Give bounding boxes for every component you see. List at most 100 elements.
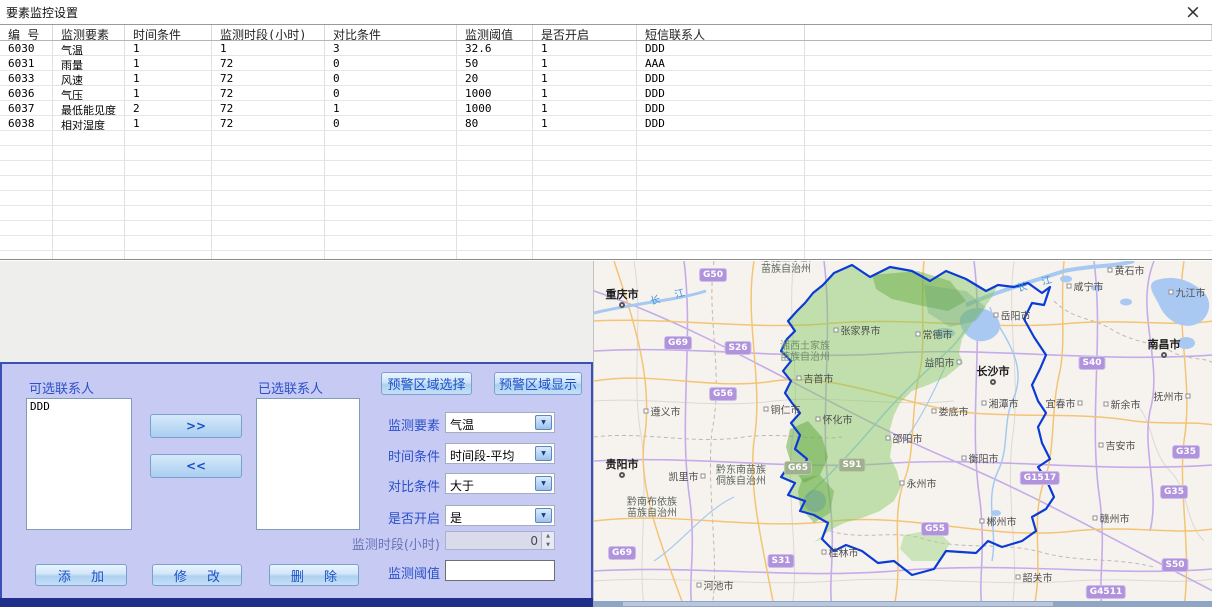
table-cell bbox=[637, 161, 805, 175]
close-icon[interactable]: × bbox=[1182, 1, 1204, 23]
table-cell bbox=[533, 161, 637, 175]
map-city-label: 吉首市 bbox=[797, 371, 834, 386]
table-cell-filler bbox=[805, 56, 1212, 70]
city-marker-icon bbox=[1093, 516, 1098, 521]
column-header[interactable]: 监测时段(小时) bbox=[212, 25, 325, 40]
column-header[interactable]: 编 号 bbox=[0, 25, 53, 40]
table-row[interactable]: 6037最低能见度272110001DDD bbox=[0, 101, 1212, 116]
map-scrollbar-thumb[interactable] bbox=[623, 602, 1053, 606]
period-field-label: 监测时段(小时) bbox=[290, 534, 440, 553]
map-city-label: 桂林市 bbox=[822, 545, 859, 560]
map-city-label: 韶关市 bbox=[1016, 570, 1053, 585]
table-cell: 1 bbox=[533, 56, 637, 70]
window-title: 要素监控设置 bbox=[6, 4, 78, 21]
table-cell bbox=[125, 146, 212, 160]
chevron-down-icon[interactable]: ▼ bbox=[535, 476, 552, 491]
city-marker-icon bbox=[1016, 575, 1021, 580]
city-marker-icon bbox=[1099, 443, 1104, 448]
road-badge: G69 bbox=[608, 546, 636, 560]
table-cell: 6038 bbox=[0, 116, 53, 130]
table-row[interactable]: 6030气温11332.61DDD bbox=[0, 41, 1212, 56]
table-cell: 1000 bbox=[457, 101, 533, 115]
table-cell bbox=[0, 236, 53, 250]
spinner-arrows[interactable]: ▲▼ bbox=[541, 532, 554, 549]
table-cell: 风速 bbox=[53, 71, 125, 85]
enabled-select[interactable]: 是 ▼ bbox=[445, 505, 555, 526]
column-header[interactable]: 是否开启 bbox=[533, 25, 637, 40]
city-marker-icon bbox=[1104, 402, 1109, 407]
warning-region-map[interactable]: 重庆市遵义市贵阳市凯里市河池市桂林市铜仁市吉首市怀化市张家界市常德市益阳市岳阳市… bbox=[593, 261, 1212, 607]
table-cell bbox=[212, 131, 325, 145]
city-name: 铜仁市 bbox=[771, 402, 801, 417]
warning-region-select-button[interactable]: 预警区域选择 bbox=[381, 372, 472, 395]
table-cell: 1 bbox=[125, 86, 212, 100]
table-cell-filler bbox=[805, 176, 1212, 190]
map-city-label: 南昌市 bbox=[1148, 336, 1181, 352]
time-condition-select[interactable]: 时间段-平均 ▼ bbox=[445, 443, 555, 464]
city-marker-icon bbox=[816, 417, 821, 422]
city-marker-icon bbox=[834, 328, 839, 333]
city-name: 娄底市 bbox=[939, 404, 969, 419]
city-marker-icon bbox=[697, 583, 702, 588]
road-badge: S26 bbox=[724, 341, 751, 355]
table-cell-filler bbox=[805, 206, 1212, 220]
delete-button[interactable]: 删 除 bbox=[269, 564, 359, 586]
table-cell bbox=[212, 176, 325, 190]
element-select[interactable]: 气温 ▼ bbox=[445, 412, 555, 433]
table-empty-row bbox=[0, 146, 1212, 161]
chevron-down-icon[interactable]: ▼ bbox=[535, 508, 552, 523]
spin-up-icon[interactable]: ▲ bbox=[542, 532, 554, 541]
city-name: 南昌市 bbox=[1148, 336, 1181, 352]
period-spinner[interactable]: 0 ▲▼ bbox=[445, 531, 555, 550]
city-name: 张家界市 bbox=[841, 323, 881, 338]
table-cell: 6037 bbox=[0, 101, 53, 115]
threshold-input[interactable] bbox=[445, 560, 555, 581]
city-name: 邵阳市 bbox=[893, 431, 923, 446]
element-field-label: 监测要素 bbox=[290, 415, 440, 434]
road-badge: G69 bbox=[664, 336, 692, 350]
table-row[interactable]: 6038相对湿度1720801DDD bbox=[0, 116, 1212, 131]
column-header[interactable]: 短信联系人 bbox=[637, 25, 805, 40]
table-cell: 1 bbox=[533, 101, 637, 115]
table-cell: 6030 bbox=[0, 41, 53, 55]
chevron-down-icon[interactable]: ▼ bbox=[535, 446, 552, 461]
spin-down-icon[interactable]: ▼ bbox=[542, 541, 554, 550]
table-cell bbox=[637, 146, 805, 160]
table-cell bbox=[125, 161, 212, 175]
table-cell bbox=[125, 251, 212, 260]
move-right-button[interactable]: >> bbox=[150, 414, 242, 438]
table-row[interactable]: 6036气压172010001DDD bbox=[0, 86, 1212, 101]
warning-region-display-button[interactable]: 预警区域显示 bbox=[494, 372, 582, 395]
modify-button[interactable]: 修 改 bbox=[152, 564, 242, 586]
move-left-button[interactable]: << bbox=[150, 454, 242, 478]
map-city-label: 黄石市 bbox=[1108, 263, 1145, 278]
table-cell: 72 bbox=[212, 101, 325, 115]
column-header[interactable]: 时间条件 bbox=[125, 25, 212, 40]
table-cell: 0 bbox=[325, 116, 457, 130]
map-city-label: 河池市 bbox=[697, 578, 734, 593]
table-cell: 1 bbox=[533, 41, 637, 55]
compare-condition-select[interactable]: 大于 ▼ bbox=[445, 473, 555, 494]
add-button[interactable]: 添 加 bbox=[35, 564, 127, 586]
map-scrollbar[interactable] bbox=[593, 601, 1212, 607]
table-row[interactable]: 6033风速1720201DDD bbox=[0, 71, 1212, 86]
column-header[interactable]: 监测阈值 bbox=[457, 25, 533, 40]
map-city-label: 贵阳市 bbox=[606, 456, 639, 472]
table-cell bbox=[457, 236, 533, 250]
title-bar: 要素监控设置 × bbox=[0, 0, 1212, 24]
city-name: 重庆市 bbox=[606, 286, 639, 302]
map-city-label: 永州市 bbox=[900, 476, 937, 491]
table-row[interactable]: 6031雨量1720501AAA bbox=[0, 56, 1212, 71]
column-header[interactable]: 对比条件 bbox=[325, 25, 457, 40]
available-contacts-listbox[interactable]: DDD bbox=[26, 398, 132, 530]
monitoring-rules-table[interactable]: 编 号监测要素时间条件监测时段(小时)对比条件监测阈值是否开启短信联系人6030… bbox=[0, 24, 1212, 260]
city-dot-icon bbox=[990, 379, 996, 385]
column-header[interactable]: 监测要素 bbox=[53, 25, 125, 40]
table-cell bbox=[457, 146, 533, 160]
table-cell bbox=[125, 236, 212, 250]
chevron-down-icon[interactable]: ▼ bbox=[535, 415, 552, 430]
table-cell bbox=[0, 251, 53, 260]
city-name: 湘潭市 bbox=[989, 396, 1019, 411]
list-item[interactable]: DDD bbox=[27, 399, 131, 414]
table-cell: 1 bbox=[125, 56, 212, 70]
